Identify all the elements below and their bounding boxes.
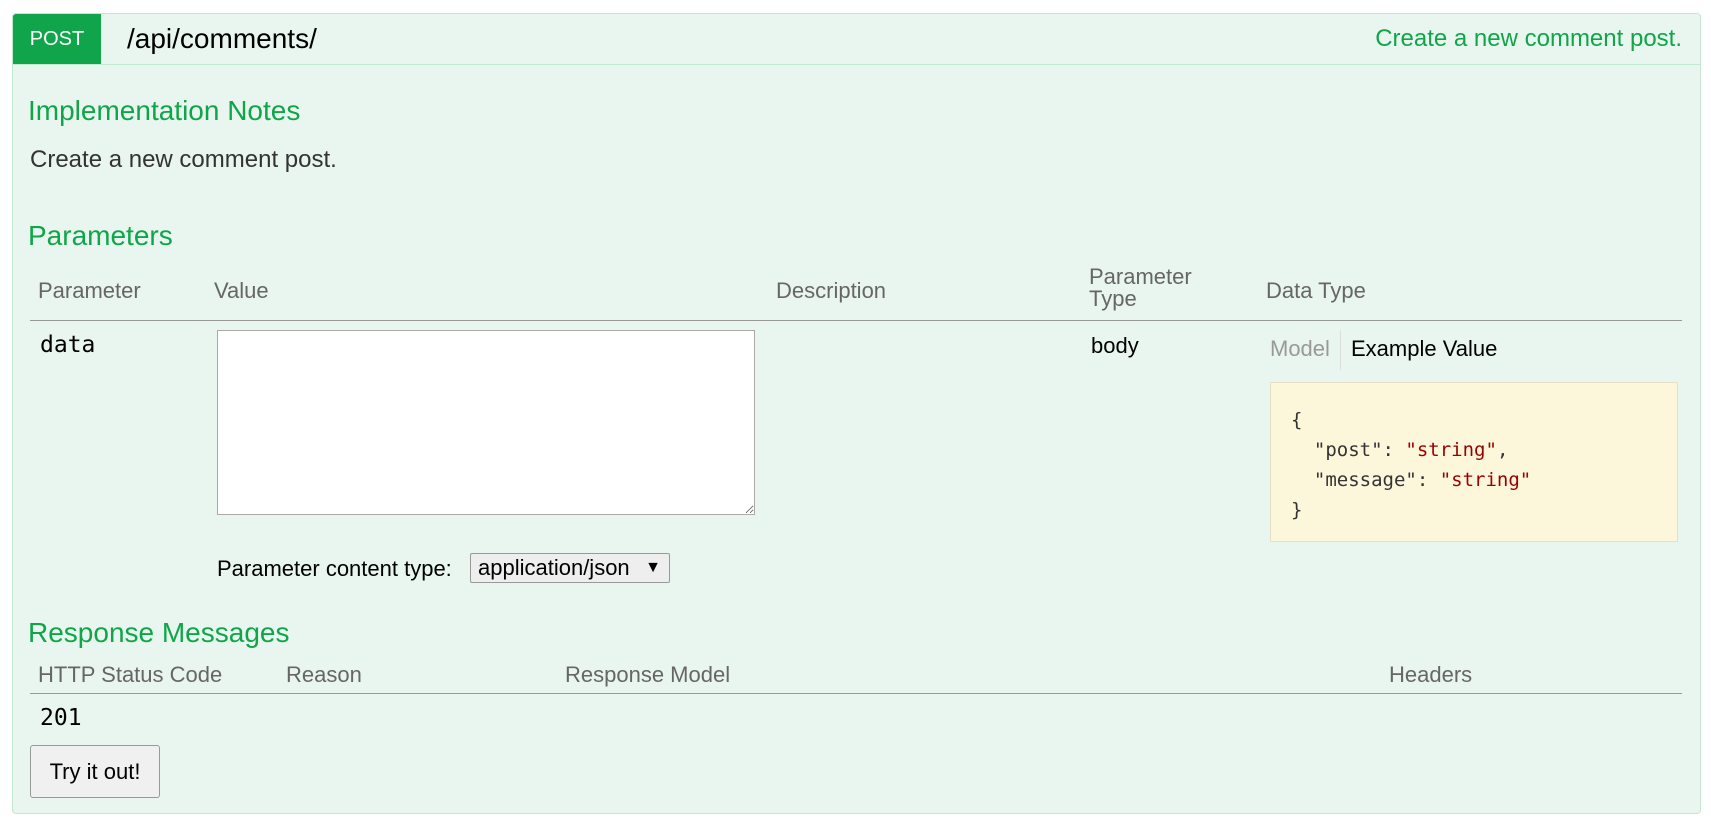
parameter-value-textarea[interactable] (217, 330, 755, 515)
snippet-key-post: "post" (1313, 439, 1383, 461)
try-it-out-button[interactable]: Try it out! (30, 745, 160, 798)
operation-header[interactable]: POST /api/comments/ Create a new comment… (13, 14, 1700, 65)
endpoint-path[interactable]: /api/comments/ (127, 14, 317, 64)
operation-summary[interactable]: Create a new comment post. (1375, 14, 1682, 64)
tab-model[interactable]: Model (1270, 336, 1330, 362)
content-type-select[interactable]: application/json ▼ (470, 553, 670, 583)
snippet-line: { (1291, 405, 1677, 435)
snippet-line: } (1291, 495, 1677, 525)
column-header-description: Description (776, 278, 887, 303)
dropdown-arrow-icon: ▼ (645, 559, 661, 576)
snippet-key-message: "message" (1313, 469, 1417, 491)
response-status-code: 201 (40, 705, 82, 731)
column-header-response-model: Response Model (565, 662, 731, 687)
http-method-badge[interactable]: POST (13, 14, 101, 64)
snippet-value-post: "string" (1405, 439, 1497, 461)
snippet-close-brace: } (1291, 499, 1303, 521)
content-type-selected-value: application/json (478, 555, 630, 580)
response-messages-heading: Response Messages (28, 617, 290, 648)
snippet-line: "message": "string" (1313, 469, 1532, 491)
snippet-line: "post": "string", (1313, 439, 1509, 461)
parameter-type: body (1091, 333, 1139, 358)
response-header-rule (30, 693, 1682, 694)
example-value-snippet[interactable]: { "post": "string", "message": "string" … (1270, 382, 1678, 542)
column-header-value: Value (214, 278, 269, 303)
content-type-label: Parameter content type: (217, 556, 452, 581)
snippet-open-brace: { (1291, 409, 1303, 431)
parameters-heading: Parameters (28, 220, 173, 251)
snippet-value-message: "string" (1439, 469, 1532, 491)
parameter-name: data (40, 332, 96, 358)
column-header-parameter: Parameter (38, 278, 141, 303)
column-header-http-status-code: HTTP Status Code (38, 662, 223, 687)
tab-divider (1340, 330, 1341, 370)
column-header-parameter-type: Parameter Type (1089, 266, 1192, 310)
parameters-header-rule (30, 320, 1682, 321)
column-header-parameter-type-line2: Type (1089, 286, 1137, 311)
column-header-headers: Headers (1389, 662, 1473, 687)
column-header-reason: Reason (286, 662, 362, 687)
column-header-data-type: Data Type (1266, 278, 1366, 303)
implementation-notes-heading: Implementation Notes (28, 95, 301, 126)
implementation-notes-text: Create a new comment post. (30, 146, 337, 173)
tab-example-value[interactable]: Example Value (1351, 336, 1497, 362)
